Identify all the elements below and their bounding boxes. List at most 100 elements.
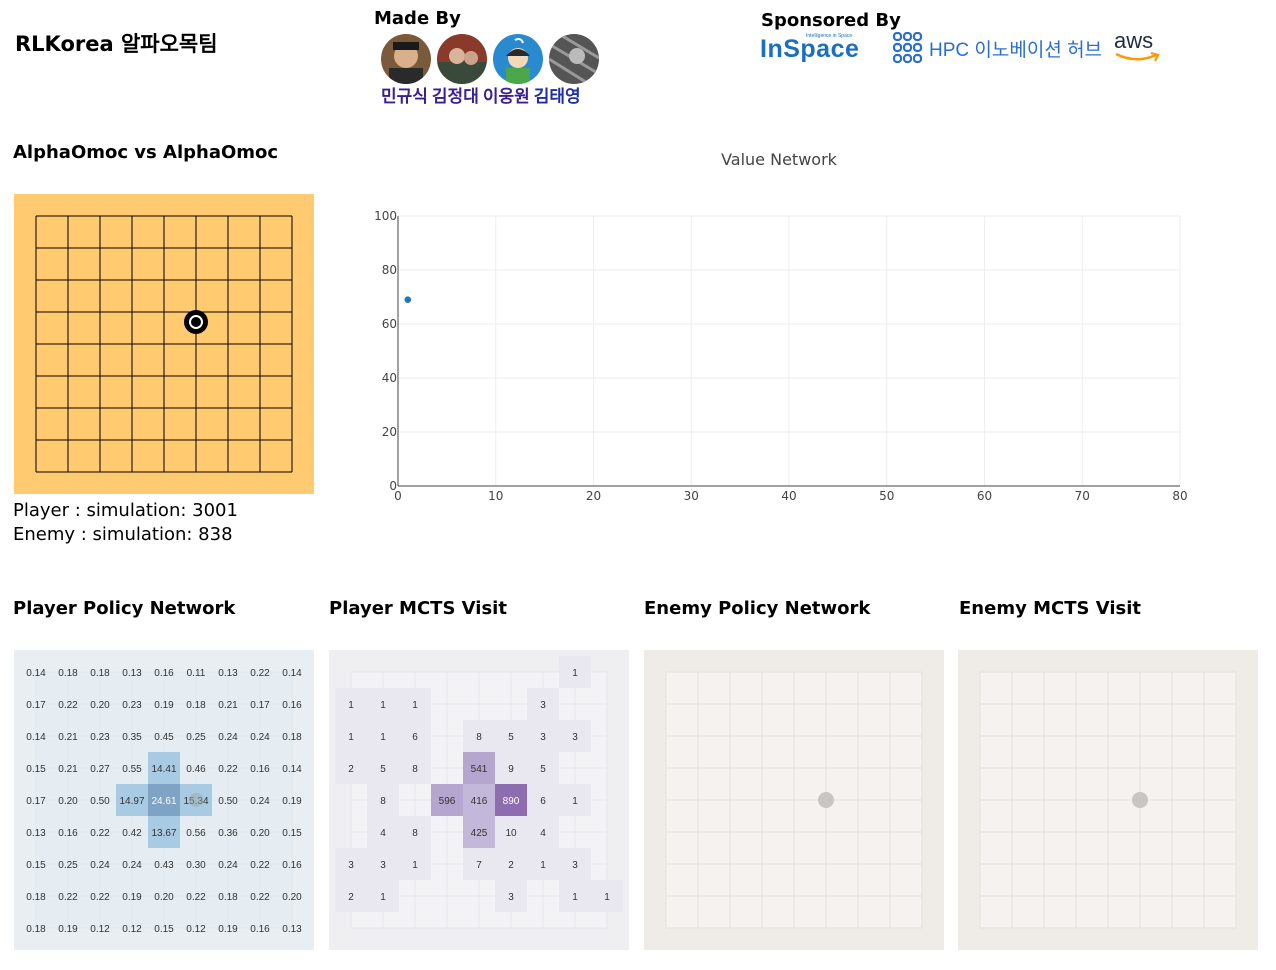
heatmap-value: 0.14 <box>282 764 302 775</box>
heatmap-value: 4 <box>380 828 386 839</box>
black-stone <box>184 310 208 334</box>
heatmap-value: 0.16 <box>250 764 270 775</box>
heatmap-value: 0.16 <box>282 860 302 871</box>
heatmap-value: 0.25 <box>58 860 78 871</box>
heatmap-value: 1 <box>380 892 386 903</box>
heatmap-value: 0.20 <box>282 892 302 903</box>
heatmap-value: 0.12 <box>90 924 110 935</box>
heatmap-value: 1 <box>540 860 546 871</box>
heatmap-value: 0.19 <box>282 796 302 807</box>
aws-logo: aws <box>1114 30 1166 66</box>
heatmap-value: 0.24 <box>218 860 238 871</box>
y-tick-label: 0 <box>389 479 397 493</box>
heatmap-value: 0.42 <box>122 828 142 839</box>
heatmap-value: 1 <box>572 892 578 903</box>
x-tick-label: 80 <box>1172 489 1187 503</box>
heatmap-value: 0.22 <box>58 700 78 711</box>
heatmap-value: 1 <box>572 668 578 679</box>
heatmap-value: 0.24 <box>218 732 238 743</box>
heatmap-value: 0.19 <box>58 924 78 935</box>
heatmap-value: 0.15 <box>26 764 46 775</box>
game-board[interactable] <box>14 194 314 494</box>
heatmap-value: 0.27 <box>90 764 110 775</box>
heatmap-value: 0.14 <box>282 668 302 679</box>
x-tick-label: 60 <box>977 489 992 503</box>
x-tick-label: 10 <box>488 489 503 503</box>
heatmap-value: 14.41 <box>151 764 176 775</box>
hpc-logo: HPC 이노베이션 허브 <box>892 32 1102 64</box>
x-tick-label: 20 <box>586 489 601 503</box>
enemy-policy-heatmap <box>644 650 944 950</box>
y-tick-label: 40 <box>382 371 397 385</box>
y-tick-label: 80 <box>382 263 397 277</box>
heatmap-value: 0.21 <box>58 732 78 743</box>
heatmap-value: 0.36 <box>218 828 238 839</box>
value-network-chart: Value Network 0 10 20 30 40 50 60 70 80 0 20 40 60 80 1… <box>350 140 1230 520</box>
heatmap-value: 0.20 <box>58 796 78 807</box>
heatmap-value: 0.55 <box>122 764 142 775</box>
heatmap-value: 0.14 <box>26 732 46 743</box>
enemy-mcts-title: Enemy MCTS Visit <box>959 598 1141 619</box>
avatar <box>493 34 543 84</box>
heatmap-value: 3 <box>572 732 578 743</box>
heatmap-value: 1 <box>348 700 354 711</box>
author-avatars <box>381 34 599 84</box>
heatmap-value: 0.18 <box>282 732 302 743</box>
heatmap-value: 0.18 <box>26 892 46 903</box>
heatmap-value: 0.18 <box>26 924 46 935</box>
heatmap-value: 0.16 <box>250 924 270 935</box>
heatmap-value: 0.22 <box>218 764 238 775</box>
player-mcts-heatmap: 1 1 1 1 3 1 1 6 8 5 3 3 2 5 8 541 9 5 8 596 416 890 6 1 4 8 425 10 4… <box>329 650 629 950</box>
hpc-icon <box>892 32 922 64</box>
heatmap-value: 0.56 <box>186 828 206 839</box>
avatar <box>437 34 487 84</box>
heatmap-value: 13.67 <box>151 828 176 839</box>
enemy-mcts-heatmap <box>958 650 1258 950</box>
heatmap-value: 2 <box>508 860 514 871</box>
heatmap-value: 890 <box>503 796 520 807</box>
heatmap-value: 0.15 <box>154 924 174 935</box>
heatmap-value: 14.97 <box>119 796 144 807</box>
heatmap-value: 0.19 <box>218 924 238 935</box>
heatmap-value: 3 <box>508 892 514 903</box>
heatmap-value: 0.22 <box>250 892 270 903</box>
heatmap-value: 0.16 <box>58 828 78 839</box>
heatmap-value: 0.23 <box>90 732 110 743</box>
author-names: 민규식 김정대 이웅원 김태영 <box>381 82 585 107</box>
player-mcts-title: Player MCTS Visit <box>329 598 507 619</box>
heatmap-value: 0.20 <box>250 828 270 839</box>
value-point <box>404 296 412 303</box>
avatar <box>549 34 599 84</box>
heatmap-value: 0.17 <box>26 796 46 807</box>
player-simulation-count: Player : simulation: 3001 <box>13 500 238 521</box>
x-tick-label: 70 <box>1075 489 1090 503</box>
stone-marker <box>189 793 203 807</box>
y-tick-label: 20 <box>382 425 397 439</box>
app-title: RLKorea 알파오목팀 <box>15 32 218 56</box>
heatmap-value: 0.22 <box>250 860 270 871</box>
heatmap-value: 416 <box>471 796 488 807</box>
heatmap-value: 0.18 <box>186 700 206 711</box>
heatmap-value: 3 <box>348 860 354 871</box>
heatmap-value: 7 <box>476 860 482 871</box>
heatmap-value: 0.18 <box>218 892 238 903</box>
heatmap-value: 0.21 <box>218 700 238 711</box>
author-name: 김태영 <box>533 87 581 107</box>
heatmap-value: 0.22 <box>90 828 110 839</box>
heatmap-value: 0.35 <box>122 732 142 743</box>
heatmap-value: 0.16 <box>282 700 302 711</box>
heatmap-value: 425 <box>471 828 488 839</box>
heatmap-value: 9 <box>508 764 514 775</box>
heatmap-value: 0.14 <box>26 668 46 679</box>
heatmap-value: 0.21 <box>58 764 78 775</box>
inspace-logo: Intelligence in Space InSpace <box>760 33 860 63</box>
heatmap-value: 0.18 <box>90 668 110 679</box>
heatmap-value: 0.19 <box>122 892 142 903</box>
heatmap-value: 0.45 <box>154 732 174 743</box>
x-tick-label: 40 <box>781 489 796 503</box>
player-policy-title: Player Policy Network <box>13 598 236 619</box>
author-name: 이웅원 <box>482 87 530 107</box>
stone-marker <box>1132 792 1148 808</box>
heatmap-value: 2 <box>348 892 354 903</box>
heatmap-value: 1 <box>380 732 386 743</box>
